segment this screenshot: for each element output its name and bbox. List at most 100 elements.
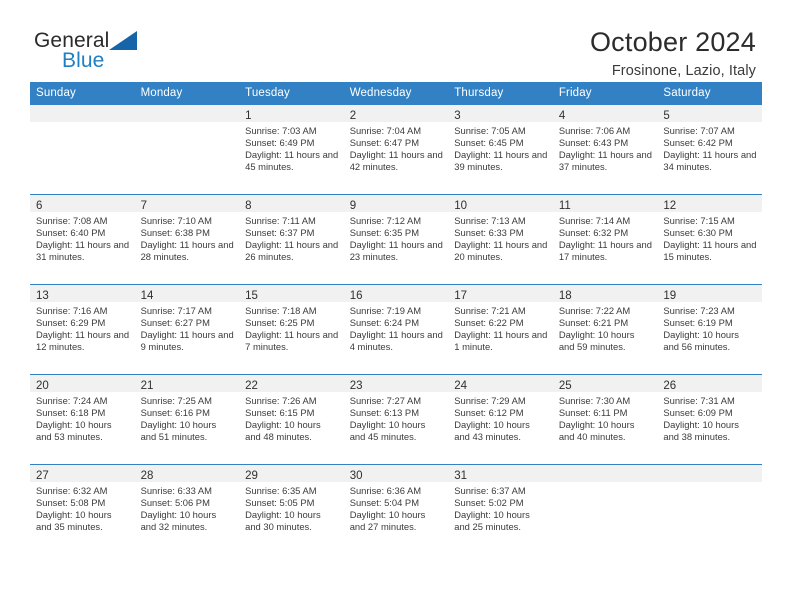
day-details: Sunrise: 7:19 AM Sunset: 6:24 PM Daylight:…	[344, 302, 449, 353]
calendar-day-cell-empty	[30, 104, 135, 195]
calendar-day-cell[interactable]: 28 Sunrise: 6:33 AM Sunset: 5:06 PM Dayligh…	[134, 464, 240, 555]
weekday-header-thursday: Thursday	[448, 82, 553, 105]
sunset-text: Sunset: 6:29 PM	[36, 317, 106, 329]
calendar-day-cell[interactable]: 29 Sunrise: 6:35 AM Sunset: 5:05 PM Dayligh…	[239, 464, 344, 555]
day-details: Sunrise: 7:26 AM Sunset: 6:15 PM Daylight:…	[239, 392, 344, 443]
day-number: 9	[349, 200, 357, 212]
calendar-day-cell[interactable]: 12 Sunrise: 7:15 AM Sunset: 6:30 PM Dayligh…	[657, 194, 762, 285]
day-number-band: 21	[134, 375, 240, 392]
day-details: Sunrise: 7:18 AM Sunset: 6:25 PM Daylight:…	[239, 302, 344, 353]
calendar-day-cell[interactable]: 25 Sunrise: 7:30 AM Sunset: 6:11 PM Dayligh…	[552, 374, 658, 465]
day-details: Sunrise: 7:30 AM Sunset: 6:11 PM Daylight:…	[553, 392, 658, 443]
day-number-band: 14	[134, 285, 240, 302]
day-number-band: 24	[448, 375, 553, 392]
daylight-text: Daylight: 10 hours and 27 minutes.	[349, 509, 426, 533]
general-blue-logo[interactable]: General Blue	[34, 28, 154, 76]
calendar-day-cell[interactable]: 3 Sunrise: 7:05 AM Sunset: 6:45 PM Daylight…	[448, 104, 553, 195]
weekday-header-saturday: Saturday	[657, 82, 762, 105]
day-number-band	[134, 105, 240, 122]
day-details: Sunrise: 6:36 AM Sunset: 5:04 PM Daylight:…	[344, 482, 449, 533]
calendar-day-cell[interactable]: 26 Sunrise: 7:31 AM Sunset: 6:09 PM Dayligh…	[657, 374, 762, 465]
sunrise-text: Sunrise: 7:14 AM	[558, 215, 631, 226]
day-number-band: 31	[448, 465, 553, 482]
day-details: Sunrise: 7:04 AM Sunset: 6:47 PM Daylight:…	[344, 122, 449, 173]
day-number-band: 25	[552, 375, 658, 392]
sunrise-text: Sunrise: 6:35 AM	[245, 485, 317, 496]
sunrise-text: Sunrise: 7:06 AM	[558, 125, 631, 136]
calendar-day-cell[interactable]: 20 Sunrise: 7:24 AM Sunset: 6:18 PM Dayligh…	[30, 374, 135, 465]
calendar-day-cell-empty	[134, 104, 240, 195]
sunrise-text: Sunrise: 7:31 AM	[663, 395, 735, 406]
sunset-text: Sunset: 6:12 PM	[454, 407, 524, 419]
sunset-text: Sunset: 6:22 PM	[454, 317, 524, 329]
day-number-band: 3	[448, 105, 553, 122]
calendar-week-row: 13 Sunrise: 7:16 AM Sunset: 6:29 PM Dayligh…	[30, 284, 762, 375]
day-number-band: 20	[30, 375, 135, 392]
calendar-day-cell[interactable]: 5 Sunrise: 7:07 AM Sunset: 6:42 PM Daylight…	[657, 104, 762, 195]
day-number: 18	[558, 290, 572, 302]
day-details: Sunrise: 7:21 AM Sunset: 6:22 PM Daylight:…	[448, 302, 553, 353]
calendar-day-cell[interactable]: 31 Sunrise: 6:37 AM Sunset: 5:02 PM Dayligh…	[448, 464, 553, 555]
day-number: 11	[558, 200, 571, 212]
day-number-band: 16	[343, 285, 449, 302]
calendar-day-cell[interactable]: 17 Sunrise: 7:21 AM Sunset: 6:22 PM Dayligh…	[448, 284, 553, 375]
daylight-text: Daylight: 10 hours and 25 minutes.	[454, 509, 530, 533]
day-number-band: 10	[448, 195, 553, 212]
day-details: Sunrise: 6:32 AM Sunset: 5:08 PM Daylight:…	[30, 482, 135, 533]
calendar-day-cell[interactable]: 23 Sunrise: 7:27 AM Sunset: 6:13 PM Dayligh…	[343, 374, 449, 465]
day-details: Sunrise: 6:33 AM Sunset: 5:06 PM Daylight:…	[135, 482, 240, 533]
sunset-text: Sunset: 6:16 PM	[140, 407, 210, 419]
daylight-text: Daylight: 11 hours and 39 minutes.	[454, 149, 548, 173]
sunset-text: Sunset: 6:21 PM	[558, 317, 629, 329]
daylight-text: Daylight: 11 hours and 20 minutes.	[454, 239, 548, 263]
day-details: Sunrise: 7:24 AM Sunset: 6:18 PM Daylight:…	[30, 392, 135, 443]
weekday-header-tuesday: Tuesday	[239, 82, 344, 105]
sunrise-text: Sunrise: 7:08 AM	[36, 215, 108, 226]
calendar-day-cell[interactable]: 15 Sunrise: 7:18 AM Sunset: 6:25 PM Dayligh…	[239, 284, 344, 375]
calendar-day-cell[interactable]: 7 Sunrise: 7:10 AM Sunset: 6:38 PM Daylight…	[134, 194, 240, 285]
calendar-day-cell[interactable]: 2 Sunrise: 7:04 AM Sunset: 6:47 PM Daylight…	[343, 104, 449, 195]
calendar-day-cell[interactable]: 9 Sunrise: 7:12 AM Sunset: 6:35 PM Daylight…	[343, 194, 449, 285]
calendar-day-cell[interactable]: 16 Sunrise: 7:19 AM Sunset: 6:24 PM Dayligh…	[343, 284, 449, 375]
day-details: Sunrise: 6:35 AM Sunset: 5:05 PM Daylight:…	[239, 482, 344, 533]
day-details: Sunrise: 7:22 AM Sunset: 6:21 PM Daylight:…	[553, 302, 658, 353]
calendar-day-cell[interactable]: 21 Sunrise: 7:25 AM Sunset: 6:16 PM Dayligh…	[134, 374, 240, 465]
calendar-day-cell[interactable]: 10 Sunrise: 7:13 AM Sunset: 6:33 PM Dayligh…	[448, 194, 553, 285]
day-number-band: 29	[239, 465, 344, 482]
daylight-text: Daylight: 11 hours and 34 minutes.	[663, 149, 757, 173]
sunset-text: Sunset: 6:25 PM	[245, 317, 315, 329]
day-number: 23	[349, 380, 363, 392]
sunset-text: Sunset: 6:33 PM	[454, 227, 524, 239]
calendar-day-cell[interactable]: 14 Sunrise: 7:17 AM Sunset: 6:27 PM Dayligh…	[134, 284, 240, 375]
day-number-band: 4	[552, 105, 658, 122]
daylight-text: Daylight: 11 hours and 15 minutes.	[663, 239, 757, 263]
sunset-text: Sunset: 5:05 PM	[245, 497, 315, 509]
calendar-week-row: 6 Sunrise: 7:08 AM Sunset: 6:40 PM Daylight…	[30, 194, 762, 285]
calendar-day-cell[interactable]: 24 Sunrise: 7:29 AM Sunset: 6:12 PM Dayligh…	[448, 374, 553, 465]
calendar-day-cell[interactable]: 1 Sunrise: 7:03 AM Sunset: 6:49 PM Daylight…	[239, 104, 344, 195]
day-details: Sunrise: 6:37 AM Sunset: 5:02 PM Daylight:…	[448, 482, 553, 533]
sunset-text: Sunset: 5:02 PM	[454, 497, 524, 509]
daylight-text: Daylight: 11 hours and 28 minutes.	[140, 239, 234, 263]
calendar-day-cell[interactable]: 18 Sunrise: 7:22 AM Sunset: 6:21 PM Dayligh…	[552, 284, 658, 375]
sunrise-text: Sunrise: 7:18 AM	[245, 305, 317, 316]
calendar-day-cell[interactable]: 8 Sunrise: 7:11 AM Sunset: 6:37 PM Daylight…	[239, 194, 344, 285]
calendar-day-cell[interactable]: 4 Sunrise: 7:06 AM Sunset: 6:43 PM Daylight…	[552, 104, 658, 195]
calendar-day-cell-empty	[552, 464, 658, 555]
sunrise-text: Sunrise: 7:27 AM	[349, 395, 422, 406]
sunset-text: Sunset: 6:19 PM	[663, 317, 733, 329]
calendar-day-cell[interactable]: 27 Sunrise: 6:32 AM Sunset: 5:08 PM Dayligh…	[30, 464, 135, 555]
calendar-day-cell[interactable]: 13 Sunrise: 7:16 AM Sunset: 6:29 PM Dayligh…	[30, 284, 135, 375]
calendar-day-cell[interactable]: 22 Sunrise: 7:26 AM Sunset: 6:15 PM Dayligh…	[239, 374, 344, 465]
calendar-day-cell[interactable]: 30 Sunrise: 6:36 AM Sunset: 5:04 PM Dayligh…	[343, 464, 449, 555]
sunset-text: Sunset: 6:24 PM	[349, 317, 419, 329]
day-number-band: 8	[239, 195, 344, 212]
calendar-day-cell[interactable]: 19 Sunrise: 7:23 AM Sunset: 6:19 PM Dayligh…	[657, 284, 762, 375]
calendar-day-cell[interactable]: 11 Sunrise: 7:14 AM Sunset: 6:32 PM Dayligh…	[552, 194, 658, 285]
day-number: 3	[454, 110, 461, 122]
sunrise-text: Sunrise: 7:22 AM	[558, 305, 631, 316]
day-number-band: 26	[657, 375, 762, 392]
day-number: 7	[140, 200, 147, 212]
sunset-text: Sunset: 6:13 PM	[349, 407, 419, 419]
calendar-day-cell[interactable]: 6 Sunrise: 7:08 AM Sunset: 6:40 PM Daylight…	[30, 194, 135, 285]
